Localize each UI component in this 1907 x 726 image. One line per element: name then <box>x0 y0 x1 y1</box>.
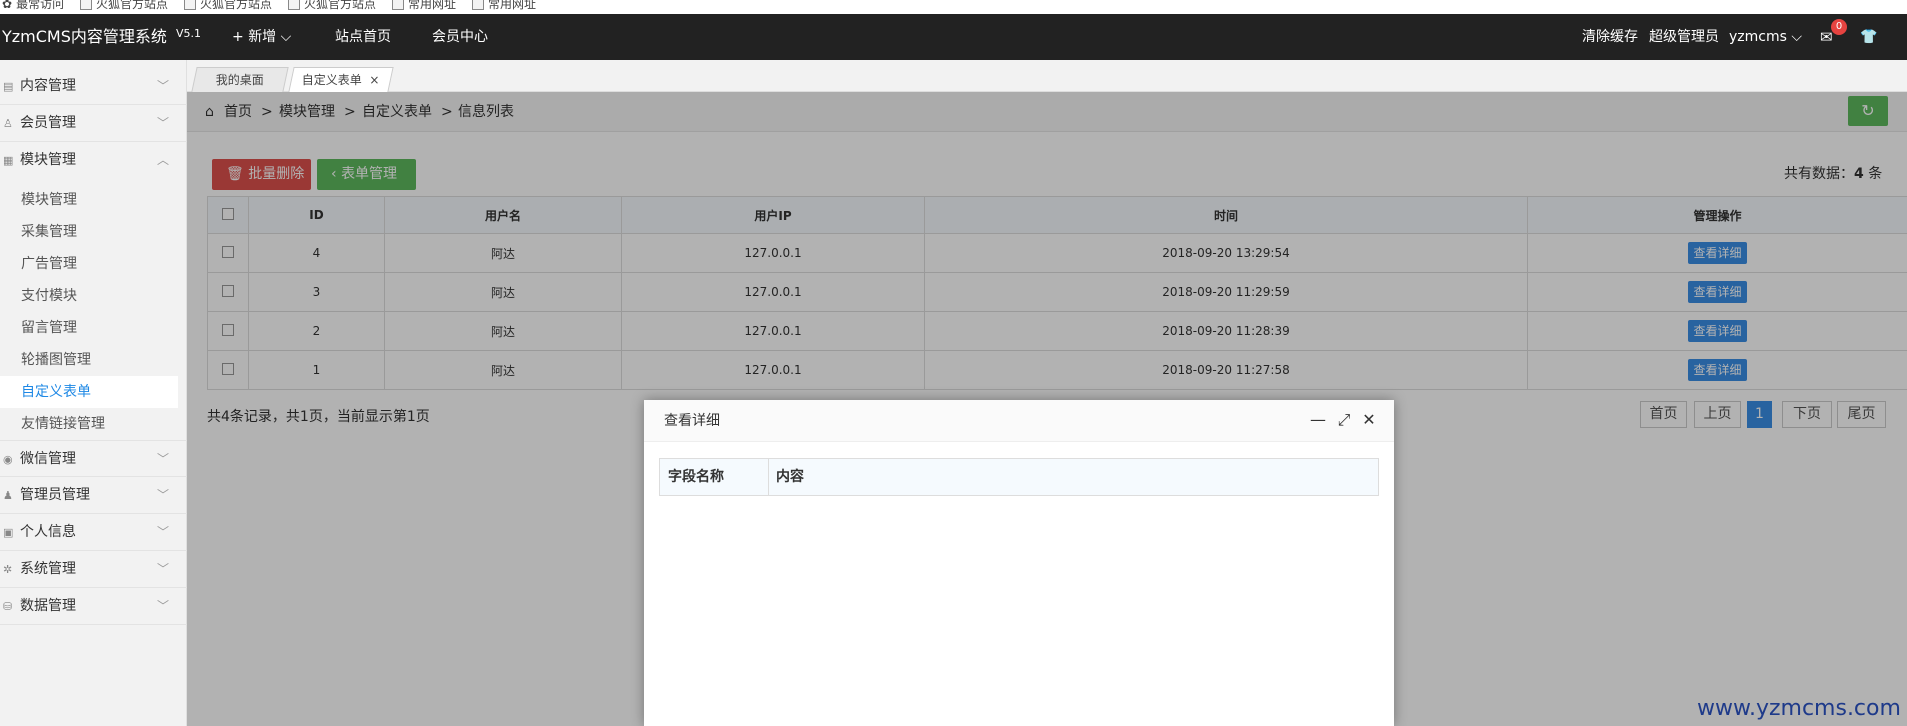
sidebar-group-module[interactable]: ▦ 模块管理 ︿ <box>0 142 187 179</box>
chevron-down-icon: ﹀ <box>156 525 169 539</box>
clear-cache-link[interactable]: 清除缓存 <box>1582 14 1638 60</box>
column-divider <box>768 459 769 495</box>
sidebar-group-admin[interactable]: ♟ 管理员管理 ﹀ <box>0 477 187 514</box>
bookmark-item[interactable]: 常用网址 <box>472 0 536 12</box>
brand-title[interactable]: YzmCMS内容管理系统 <box>2 14 167 60</box>
folder-icon <box>184 0 196 10</box>
plus-icon: + <box>232 29 249 45</box>
user-menu[interactable]: yzmcms ⌵ <box>1729 14 1802 60</box>
sidebar-group-member[interactable]: ♙ 会员管理 ﹀ <box>0 105 187 142</box>
user-icon: ♙ <box>3 117 13 130</box>
chevron-down-icon: ⌵ <box>1786 29 1802 45</box>
bookmark-item[interactable]: 火狐官方站点 <box>288 0 376 12</box>
add-new-menu[interactable]: + 新增 ⌵ <box>232 14 291 60</box>
tab-my-desktop[interactable]: 我的桌面 <box>191 67 289 92</box>
message-count-badge: 0 <box>1831 19 1847 35</box>
chevron-down-icon: ﹀ <box>156 116 169 130</box>
modal-header: 查看详细 — ⤢ ✕ <box>644 400 1394 442</box>
chevron-up-icon: ︿ <box>156 153 169 167</box>
database-icon: ⛁ <box>3 600 13 613</box>
sidebar-item-guestbook[interactable]: 留言管理 <box>0 312 178 344</box>
wechat-icon: ◉ <box>3 453 13 466</box>
bookmark-most-visited[interactable]: ✿ 最常访问 <box>2 0 64 12</box>
gear-icon: ✲ <box>3 563 13 576</box>
tab-custom-form[interactable]: 自定义表单 × <box>288 67 394 93</box>
top-header: YzmCMS内容管理系统 V5.1 + 新增 ⌵ 站点首页 会员中心 清除缓存 … <box>0 14 1907 60</box>
modal-field-table: 字段名称 内容 <box>659 458 1379 496</box>
close-icon[interactable]: × <box>362 68 380 93</box>
tab-bar: 我的桌面 自定义表单 × <box>187 60 1907 92</box>
maximize-icon[interactable]: ⤢ <box>1334 410 1354 430</box>
field-name-header: 字段名称 <box>668 469 724 485</box>
modal-title: 查看详细 <box>664 413 720 429</box>
sidebar-item-module-manage[interactable]: 模块管理 <box>0 184 178 216</box>
detail-modal: 查看详细 — ⤢ ✕ 字段名称 内容 <box>644 400 1394 726</box>
envelope-icon[interactable]: ✉ <box>1820 14 1833 60</box>
module-icon: ▦ <box>3 154 14 167</box>
close-icon[interactable]: ✕ <box>1359 410 1379 430</box>
version-label: V5.1 <box>176 27 202 40</box>
chevron-down-icon: ﹀ <box>156 79 169 93</box>
sidebar-group-system[interactable]: ✲ 系统管理 ﹀ <box>0 551 187 588</box>
chevron-down-icon: ﹀ <box>156 599 169 613</box>
bookmark-item[interactable]: 火狐官方站点 <box>80 0 168 12</box>
content-icon: ▤ <box>3 80 14 93</box>
sidebar-item-collect[interactable]: 采集管理 <box>0 216 178 248</box>
folder-icon <box>288 0 300 10</box>
chevron-down-icon: ﹀ <box>156 562 169 576</box>
bookmark-item[interactable]: 常用网址 <box>392 0 456 12</box>
folder-icon <box>80 0 92 10</box>
sidebar-item-carousel[interactable]: 轮播图管理 <box>0 344 178 376</box>
admin-icon: ♟ <box>3 489 13 502</box>
member-center-link[interactable]: 会员中心 <box>432 14 488 60</box>
watermark: www.yzmcms.com <box>1697 696 1901 721</box>
content-header: 内容 <box>776 469 804 485</box>
sidebar: ▤ 内容管理 ﹀ ♙ 会员管理 ﹀ ▦ 模块管理 ︿ 模块管理 采集管理 广告管理 支付模块… <box>0 60 187 726</box>
bookmarks-bar: ✿ 最常访问 火狐官方站点 火狐官方站点 火狐官方站点 常用网址 常用网址 <box>0 0 1907 14</box>
sidebar-item-ads[interactable]: 广告管理 <box>0 248 178 280</box>
sidebar-group-content[interactable]: ▤ 内容管理 ﹀ <box>0 68 187 105</box>
sidebar-group-profile[interactable]: ▣ 个人信息 ﹀ <box>0 514 187 551</box>
folder-icon <box>392 0 404 10</box>
chevron-down-icon: ﹀ <box>156 452 169 466</box>
role-label: 超级管理员 <box>1649 29 1719 45</box>
sidebar-item-payment[interactable]: 支付模块 <box>0 280 178 312</box>
chevron-down-icon: ﹀ <box>156 488 169 502</box>
minimize-icon[interactable]: — <box>1308 410 1328 430</box>
profile-icon: ▣ <box>3 526 14 539</box>
tshirt-icon[interactable]: 👕 <box>1860 14 1877 60</box>
sidebar-group-wechat[interactable]: ◉ 微信管理 ﹀ <box>0 440 187 477</box>
sidebar-item-custom-form[interactable]: 自定义表单 <box>0 376 178 408</box>
sidebar-item-links[interactable]: 友情链接管理 <box>0 408 178 440</box>
sidebar-group-database[interactable]: ⛁ 数据管理 ﹀ <box>0 588 187 625</box>
gear-icon: ✿ <box>2 0 13 11</box>
site-home-link[interactable]: 站点首页 <box>335 14 391 60</box>
folder-icon <box>472 0 484 10</box>
chevron-down-icon: ⌵ <box>276 29 292 45</box>
